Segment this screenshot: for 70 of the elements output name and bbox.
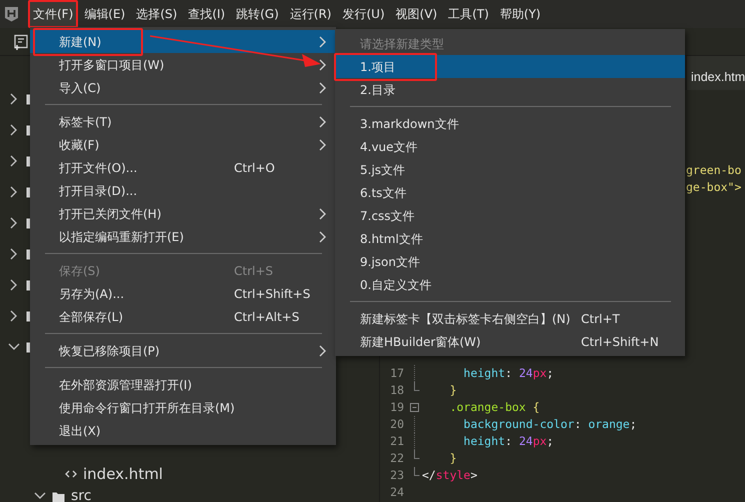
menu-item[interactable]: 以指定编码重新打开(E) (30, 225, 336, 248)
code-file-icon (65, 469, 77, 479)
menu-item[interactable]: 恢复已移除项目(P) (30, 339, 336, 362)
line-number: 22 (389, 450, 405, 467)
menu-item[interactable]: 选择(S) (131, 0, 182, 28)
shortcut-text: Ctrl+Shift+N (581, 334, 659, 350)
chevron-down-icon[interactable] (8, 340, 20, 352)
menu-item[interactable]: 6.ts文件 (335, 181, 685, 204)
line-number: 21 (389, 433, 405, 450)
menu-item[interactable]: 发行(U) (337, 0, 390, 28)
app-logo-icon (4, 6, 19, 22)
menu-header: 请选择新建类型 (360, 36, 444, 52)
menu-item[interactable]: 5.js文件 (335, 158, 685, 181)
menu-item[interactable]: 使用命令行窗口打开所在目录(M) (30, 396, 336, 419)
menu-item[interactable]: 新建HBuilder窗体(W) Ctrl+Shift+N (335, 330, 685, 353)
line-number: 18 (389, 382, 405, 399)
menu-item[interactable]: 1.项目 (335, 55, 685, 78)
folder-icon (52, 490, 65, 502)
menu-item[interactable]: 帮助(Y) (494, 0, 546, 28)
code-line: height: 24px; (462, 365, 554, 382)
collapse-icon[interactable] (410, 403, 419, 412)
menu-item[interactable]: 在外部资源管理器打开(I) (30, 373, 336, 396)
menu-item[interactable]: 导入(C) (30, 76, 336, 99)
editor-tab[interactable]: index.htm (687, 56, 745, 90)
code-line: } (448, 382, 457, 399)
code-text: ge-box"> (686, 179, 742, 196)
shortcut-text: Ctrl+S (234, 262, 274, 280)
code-text: green-bo (686, 162, 742, 179)
menu-item[interactable]: 2.目录 (335, 78, 685, 101)
code-line: background-color: orange; (462, 416, 637, 433)
menu-item[interactable]: 4.vue文件 (335, 135, 685, 158)
menu-item[interactable]: 运行(R) (284, 0, 336, 28)
new-file-icon[interactable] (13, 34, 29, 50)
menu-item[interactable]: 退出(X) (30, 419, 336, 442)
menu-item[interactable]: 打开目录(D)... (30, 179, 336, 202)
tree-label[interactable]: src (71, 487, 92, 502)
menu-item[interactable]: 收藏(F) (30, 133, 336, 156)
line-number: 20 (389, 416, 405, 433)
menu-item[interactable]: 打开多窗口项目(W) (30, 53, 336, 76)
line-number: 23 (389, 467, 405, 484)
menu-item[interactable]: 视图(V) (390, 0, 442, 28)
code-line: .orange-box { (448, 399, 540, 416)
menu-item[interactable]: 工具(T) (443, 0, 494, 28)
tree-label[interactable]: index.html (83, 465, 163, 483)
shortcut-text: Ctrl+Shift+S (234, 286, 310, 302)
menu-item[interactable]: 标签卡(T) (30, 110, 336, 133)
line-number: 17 (389, 365, 405, 382)
menu-item[interactable]: 0.自定义文件 (335, 273, 685, 296)
code-line: } (448, 450, 457, 467)
menu-item[interactable]: 跳转(G) (231, 0, 284, 28)
shortcut-text: Ctrl+Alt+S (234, 308, 300, 326)
menu-item[interactable]: 文件(F) (28, 0, 78, 28)
code-line: height: 24px; (462, 433, 554, 450)
menu-item[interactable]: 查找(I) (183, 0, 230, 28)
menu-item[interactable]: 7.css文件 (335, 204, 685, 227)
menu-item[interactable]: 编辑(E) (79, 0, 130, 28)
menu-item[interactable]: 打开已关闭文件(H) (30, 202, 336, 225)
menu-item[interactable]: 9.json文件 (335, 250, 685, 273)
shortcut-text: Ctrl+T (581, 310, 620, 328)
line-number: 19 (389, 399, 405, 416)
menu-item[interactable]: 打开文件(O)... Ctrl+O (30, 156, 336, 179)
menu-item[interactable]: 全部保存(L) Ctrl+Alt+S (30, 305, 336, 328)
line-number: 24 (389, 484, 405, 501)
shortcut-text: Ctrl+O (234, 160, 275, 176)
menu-item[interactable]: 另存为(A)... Ctrl+Shift+S (30, 282, 336, 305)
code-line: </style> (421, 467, 478, 484)
menu-item[interactable]: 3.markdown文件 (335, 112, 685, 135)
menu-item[interactable]: 8.html文件 (335, 227, 685, 250)
menu-item[interactable]: 新建(N) (30, 30, 336, 53)
menu-item[interactable]: 新建标签卡【双击标签卡右侧空白】(N) Ctrl+T (335, 307, 685, 330)
